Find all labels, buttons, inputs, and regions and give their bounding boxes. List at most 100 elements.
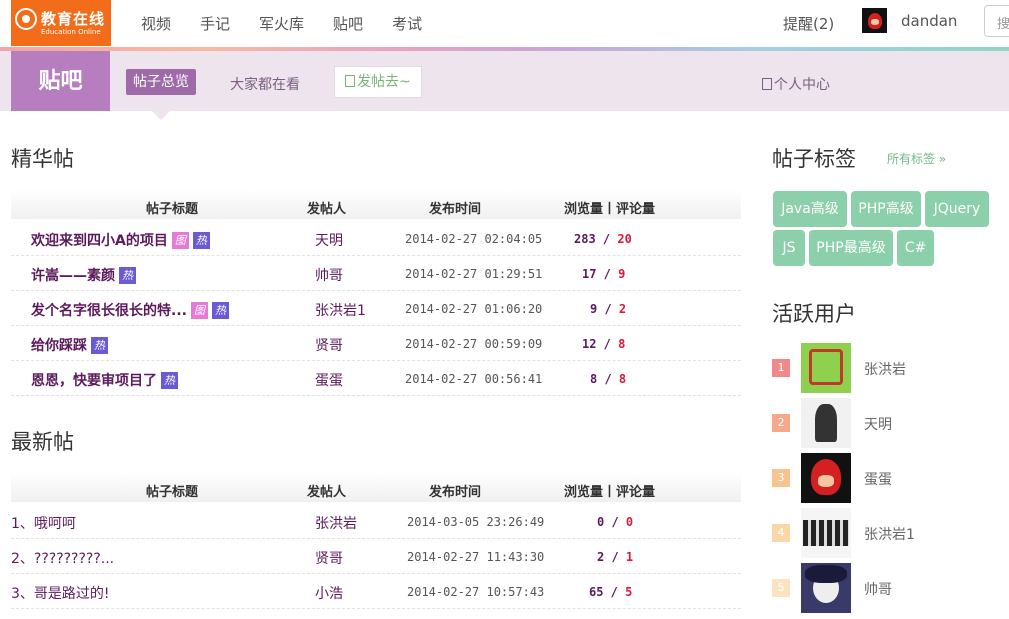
user-rank: 2 xyxy=(772,414,790,432)
active-user-name[interactable]: 帅哥 xyxy=(864,579,892,599)
post-time: 2014-02-27 10:57:43 xyxy=(407,585,545,599)
post-time: 2014-02-27 00:56:41 xyxy=(405,372,543,386)
user-avatar[interactable] xyxy=(862,8,887,33)
post-title[interactable]: 恩恩，快要审项目了热 xyxy=(31,370,178,390)
search-input[interactable]: 搜 xyxy=(984,5,1009,37)
featured-row[interactable]: 恩恩，快要审项目了热 蛋蛋 2014-02-27 00:56:41 8 / 8 xyxy=(11,361,741,396)
user-avatar[interactable] xyxy=(801,343,851,393)
personal-center-link[interactable]: 个人中心 xyxy=(762,74,830,94)
tag-js[interactable]: JS xyxy=(773,230,805,266)
post-author[interactable]: 贤哥 xyxy=(315,335,343,355)
post-title[interactable]: 欢迎来到四小A的项目图热 xyxy=(31,230,210,250)
post-stats: 12 / 8 xyxy=(582,337,626,351)
featured-title: 精华帖 xyxy=(11,147,74,171)
user-rank: 1 xyxy=(772,359,790,377)
user-avatar[interactable] xyxy=(801,508,851,558)
active-user-name[interactable]: 蛋蛋 xyxy=(864,469,892,489)
post-title[interactable]: 2、?????????... xyxy=(11,548,114,568)
post-title[interactable]: 3、哥是路过的! xyxy=(11,583,110,603)
nav-exam[interactable]: 考试 xyxy=(392,13,422,34)
comment-count: 9 xyxy=(618,267,626,281)
view-count: 12 xyxy=(582,337,597,351)
view-count: 9 xyxy=(590,302,598,316)
username-link[interactable]: dandan xyxy=(901,12,957,30)
post-title-text: 欢迎来到四小A的项目 xyxy=(31,233,168,249)
comment-count: 20 xyxy=(617,232,632,246)
nav-video[interactable]: 视频 xyxy=(141,13,171,34)
image-badge: 图 xyxy=(171,232,189,249)
latest-row[interactable]: 1、哦呵呵 张洪岩 2014-03-05 23:26:49 0 / 0 xyxy=(11,504,741,539)
hot-badge: 热 xyxy=(211,302,229,319)
post-author[interactable]: 帅哥 xyxy=(315,265,343,285)
post-stats: 8 / 8 xyxy=(590,372,627,386)
post-time: 2014-02-27 01:29:51 xyxy=(405,267,543,281)
tab-post-overview[interactable]: 帖子总览 xyxy=(126,69,196,95)
latest-table-header: 帖子标题 发帖人 发布时间 浏览量丨评论量 xyxy=(11,472,741,502)
logo-subtitle: Education Online xyxy=(41,28,101,36)
nav-forum[interactable]: 贴吧 xyxy=(333,13,363,34)
post-title[interactable]: 发个名字很长很长的特... 图热 xyxy=(31,300,229,320)
post-stats: 9 / 2 xyxy=(590,302,627,316)
post-author[interactable]: 张洪岩 xyxy=(315,513,357,533)
view-count: 0 xyxy=(597,515,605,529)
nav-notes[interactable]: 手记 xyxy=(200,13,230,34)
user-rank: 4 xyxy=(772,524,790,542)
view-count: 17 xyxy=(582,267,597,281)
post-author[interactable]: 蛋蛋 xyxy=(315,370,343,390)
col-time: 发布时间 xyxy=(429,485,482,500)
featured-row[interactable]: 发个名字很长很长的特... 图热 张洪岩1 2014-02-27 01:06:20 9 … xyxy=(11,291,741,326)
user-rank: 3 xyxy=(772,469,790,487)
latest-row[interactable]: 3、哥是路过的! 小浩 2014-02-27 10:57:43 65 / 5 xyxy=(11,574,741,609)
forum-section-title: 贴吧 xyxy=(11,51,110,111)
post-stats: 0 / 0 xyxy=(597,515,634,529)
tag-csharp[interactable]: C# xyxy=(897,230,934,266)
view-count: 2 xyxy=(597,550,605,564)
user-avatar[interactable] xyxy=(801,563,851,613)
tags-title: 帖子标签 xyxy=(772,147,856,171)
featured-row[interactable]: 给你踩踩热 贤哥 2014-02-27 00:59:09 12 / 8 xyxy=(11,326,741,361)
site-logo[interactable]: 教育在线 Education Online xyxy=(11,0,111,46)
active-user-name[interactable]: 张洪岩 xyxy=(864,359,906,379)
post-title-text: 发个名字很长很长的特... xyxy=(31,303,187,319)
personal-center-label: 个人中心 xyxy=(774,77,830,93)
new-post-button[interactable]: 发帖去~ xyxy=(334,66,422,98)
view-count: 65 xyxy=(589,585,604,599)
tag-jquery[interactable]: JQuery xyxy=(925,191,989,227)
col-stats: 浏览量丨评论量 xyxy=(564,202,656,217)
logo-title: 教育在线 xyxy=(41,10,106,28)
post-time: 2014-02-27 02:04:05 xyxy=(405,232,543,246)
post-title[interactable]: 1、哦呵呵 xyxy=(11,513,76,533)
tag-php-top[interactable]: PHP最高级 xyxy=(809,230,893,266)
user-icon xyxy=(762,78,772,90)
post-author[interactable]: 小浩 xyxy=(315,583,343,603)
view-count: 8 xyxy=(590,372,598,386)
post-title-text: 许嵩——素颜 xyxy=(31,268,115,284)
active-user-name[interactable]: 天明 xyxy=(864,414,892,434)
post-title[interactable]: 许嵩——素颜热 xyxy=(31,265,136,285)
new-post-label: 发帖去~ xyxy=(357,74,411,90)
active-tab-arrow xyxy=(152,111,170,120)
col-author: 发帖人 xyxy=(307,202,347,217)
latest-row[interactable]: 2、?????????... 贤哥 2014-02-27 11:43:30 2 / 1 xyxy=(11,539,741,574)
user-avatar[interactable] xyxy=(801,398,851,448)
tag-php-advanced[interactable]: PHP高级 xyxy=(851,191,921,227)
post-author[interactable]: 张洪岩1 xyxy=(315,300,366,320)
featured-row[interactable]: 许嵩——素颜热 帅哥 2014-02-27 01:29:51 17 / 9 xyxy=(11,256,741,291)
user-avatar[interactable] xyxy=(801,453,851,503)
tag-java-advanced[interactable]: Java高级 xyxy=(773,191,847,227)
nav-arsenal[interactable]: 军火库 xyxy=(259,13,304,34)
edit-icon xyxy=(345,75,355,87)
post-title[interactable]: 给你踩踩热 xyxy=(31,335,108,355)
reminder-link[interactable]: 提醒(2) xyxy=(783,13,834,34)
post-author[interactable]: 贤哥 xyxy=(315,548,343,568)
active-user-name[interactable]: 张洪岩1 xyxy=(864,524,915,544)
post-author[interactable]: 天明 xyxy=(315,230,343,250)
featured-row[interactable]: 欢迎来到四小A的项目图热 天明 2014-02-27 02:04:05 283 / 2… xyxy=(11,221,741,256)
col-stats: 浏览量丨评论量 xyxy=(564,485,656,500)
user-rank: 5 xyxy=(772,579,790,597)
col-title: 帖子标题 xyxy=(146,485,199,500)
post-stats: 17 / 9 xyxy=(582,267,626,281)
tab-everyone-watching[interactable]: 大家都在看 xyxy=(230,74,300,94)
post-stats: 2 / 1 xyxy=(597,550,634,564)
all-tags-link[interactable]: 所有标签 » xyxy=(887,150,946,167)
